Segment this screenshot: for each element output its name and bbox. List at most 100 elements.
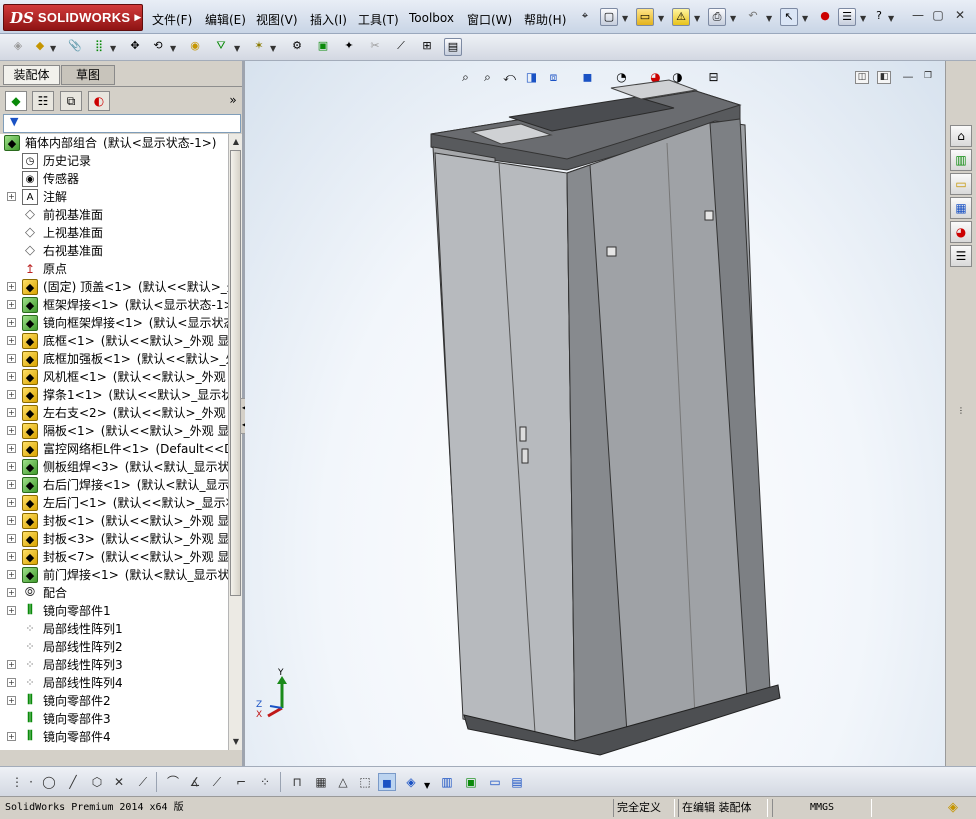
reference-dropdown-icon[interactable]: ▼ bbox=[270, 44, 276, 53]
tree-item[interactable]: + A 注解 bbox=[0, 188, 228, 206]
expand-icon[interactable]: + bbox=[7, 390, 16, 399]
expand-icon[interactable]: + bbox=[7, 282, 16, 291]
warning-icon[interactable]: ⚠ bbox=[672, 8, 690, 26]
menu-tools[interactable]: 工具(T) bbox=[358, 11, 399, 28]
insert-components-icon[interactable]: ◈ bbox=[9, 38, 27, 56]
expand-icon[interactable]: + bbox=[7, 660, 16, 669]
tree-item[interactable]: + ◆ 撑条1<1> (默认<<默认>_显示状态 bbox=[0, 386, 228, 404]
offset-icon[interactable]: ⟋ bbox=[208, 773, 226, 791]
options-icon[interactable]: ☰ bbox=[838, 8, 856, 26]
tree-item[interactable]: ◇ 前视基准面 bbox=[0, 206, 228, 224]
point-icon[interactable]: · bbox=[22, 773, 40, 791]
tree-item[interactable]: + ◆ 底框加强板<1> (默认<<默认>_外观 bbox=[0, 350, 228, 368]
expand-icon[interactable]: + bbox=[7, 462, 16, 471]
new-part-icon[interactable]: ◆ bbox=[31, 38, 49, 56]
hole-alignment-icon[interactable]: ⊞ bbox=[418, 38, 436, 56]
menu-edit[interactable]: 编辑(E) bbox=[205, 11, 246, 28]
tab-assembly[interactable]: 装配体 bbox=[3, 65, 60, 85]
file-explorer-icon[interactable]: ▭ bbox=[950, 173, 972, 195]
expand-icon[interactable]: + bbox=[7, 444, 16, 453]
menu-file[interactable]: 文件(F) bbox=[152, 11, 192, 28]
move-dropdown-icon[interactable]: ▼ bbox=[170, 44, 176, 53]
circle-icon[interactable]: ◯ bbox=[40, 773, 58, 791]
exploded-view-icon[interactable]: ▣ bbox=[314, 38, 332, 56]
minimize-icon[interactable]: — bbox=[910, 9, 926, 23]
restore-icon[interactable]: ▢ bbox=[930, 9, 946, 23]
tree-item[interactable]: + ◆ 右后门焊接<1> (默认<默认_显示状 bbox=[0, 476, 228, 494]
tree-item[interactable]: + ⫴ 镜向零部件2 bbox=[0, 692, 228, 710]
menu-window[interactable]: 窗口(W) bbox=[467, 11, 512, 28]
expand-icon[interactable]: + bbox=[7, 732, 16, 741]
property-manager-icon[interactable]: ☷ bbox=[32, 91, 54, 111]
tree-filter[interactable]: ▼ bbox=[3, 114, 241, 133]
expand-icon[interactable]: + bbox=[7, 372, 16, 381]
tree-item[interactable]: + ◆ 封板<7> (默认<<默认>_外观 显示 bbox=[0, 548, 228, 566]
expand-icon[interactable]: + bbox=[7, 426, 16, 435]
units-status[interactable]: MMGS bbox=[772, 799, 872, 817]
cabinet-model[interactable] bbox=[245, 61, 945, 766]
bill-of-materials-icon[interactable]: ⚙ bbox=[288, 38, 306, 56]
open-folder-icon[interactable]: ▭ bbox=[636, 8, 654, 26]
sketch-pattern-icon[interactable]: ⁘ bbox=[256, 773, 274, 791]
tree-item[interactable]: ⫴ 镜向零部件3 bbox=[0, 710, 228, 728]
scroll-down-icon[interactable]: ▼ bbox=[230, 735, 242, 749]
new-document-icon[interactable]: ▢ bbox=[600, 8, 618, 26]
tree-item[interactable]: + ◆ 前门焊接<1> (默认<默认_显示状态 bbox=[0, 566, 228, 584]
tree-item[interactable]: ◷ 历史记录 bbox=[0, 152, 228, 170]
pin-icon[interactable]: ⌖ bbox=[576, 8, 594, 26]
expand-icon[interactable]: + bbox=[7, 336, 16, 345]
select-dropdown-icon[interactable]: ▼ bbox=[802, 14, 808, 23]
menu-toolbox[interactable]: Toolbox bbox=[409, 11, 454, 25]
help-dropdown-icon[interactable]: ▼ bbox=[888, 14, 894, 23]
scroll-up-icon[interactable]: ▲ bbox=[230, 135, 242, 149]
undo-dropdown-icon[interactable]: ▼ bbox=[766, 14, 772, 23]
graphics-area[interactable]: ⌕ ⌕ ⤺ ◨ ⧈ ◼ ◔ ◕ ◑ ⊟ ◫ ◧ — ❐ ✕ bbox=[245, 61, 952, 766]
tree-item[interactable]: + ⁘ 局部线性阵列3 bbox=[0, 656, 228, 674]
tree-item[interactable]: + ◆ 风机框<1> (默认<<默认>_外观 显示 bbox=[0, 368, 228, 386]
tile-icon[interactable]: ▤ bbox=[508, 773, 526, 791]
tree-item[interactable]: + ◆ 底框<1> (默认<<默认>_外观 显示 bbox=[0, 332, 228, 350]
rebuild-traffic-light-icon[interactable]: ● bbox=[816, 8, 834, 26]
pattern-dropdown-icon[interactable]: ▼ bbox=[110, 44, 116, 53]
reference-geometry-icon[interactable]: ✶ bbox=[250, 38, 268, 56]
expand-icon[interactable]: + bbox=[7, 192, 16, 201]
menu-help[interactable]: 帮助(H) bbox=[524, 11, 566, 28]
shaded-box-icon[interactable]: ◼ bbox=[378, 773, 396, 791]
tree-item[interactable]: + ◆ 镜向框架焊接<1> (默认<显示状态- bbox=[0, 314, 228, 332]
relations-icon[interactable]: △ bbox=[334, 773, 352, 791]
expand-icon[interactable]: + bbox=[7, 300, 16, 309]
configuration-manager-icon[interactable]: ⧉ bbox=[60, 91, 82, 111]
help-icon[interactable]: ? bbox=[870, 8, 888, 26]
feature-manager-icon[interactable]: ◆ bbox=[5, 91, 27, 111]
convert-entities-icon[interactable]: ⌐ bbox=[232, 773, 250, 791]
appearances-icon[interactable]: ◕ bbox=[950, 221, 972, 243]
close-icon[interactable]: ✕ bbox=[952, 9, 968, 23]
clearance-icon[interactable]: ⟋ bbox=[392, 38, 410, 56]
expand-panel-icon[interactable]: » bbox=[222, 91, 244, 111]
view-cube-dropdown-icon[interactable]: ▼ bbox=[424, 781, 430, 790]
assembly-features-icon[interactable]: ⛛ bbox=[212, 38, 230, 56]
expand-icon[interactable]: + bbox=[7, 498, 16, 507]
display-manager-icon[interactable]: ◐ bbox=[88, 91, 110, 111]
tree-item[interactable]: + ◆ 富控网络柜L件<1> (Default<<Default bbox=[0, 440, 228, 458]
tree-item[interactable]: + ⫴ 镜向零部件1 bbox=[0, 602, 228, 620]
view-cube-icon[interactable]: ◈ bbox=[402, 773, 420, 791]
instant3d-icon[interactable]: ▤ bbox=[444, 38, 462, 56]
solidworks-logo[interactable]: DS SOLIDWORKS ▶ bbox=[3, 4, 143, 31]
solidworks-resources-icon[interactable]: ⌂ bbox=[950, 125, 972, 147]
linear-pattern-icon[interactable]: ⣿ bbox=[90, 38, 108, 56]
expand-icon[interactable]: + bbox=[7, 534, 16, 543]
select-cursor-icon[interactable]: ↖ bbox=[780, 8, 798, 26]
expand-icon[interactable]: + bbox=[7, 552, 16, 561]
explode-line-icon[interactable]: ✦ bbox=[340, 38, 358, 56]
expand-icon[interactable]: + bbox=[7, 516, 16, 525]
print-icon[interactable]: ⎙ bbox=[708, 8, 726, 26]
tree-item[interactable]: + ◆ 左后门<1> (默认<<默认>_显示状态 bbox=[0, 494, 228, 512]
tree-item[interactable]: + ⁘ 局部线性阵列4 bbox=[0, 674, 228, 692]
expand-icon[interactable]: + bbox=[7, 570, 16, 579]
trim-icon[interactable]: ✕ bbox=[110, 773, 128, 791]
menu-view[interactable]: 视图(V) bbox=[256, 11, 298, 28]
tree-scrollbar[interactable]: ▲ ▼ bbox=[228, 134, 242, 750]
expand-icon[interactable]: + bbox=[7, 480, 16, 489]
tree-item[interactable]: + ◆ 侧板组焊<3> (默认<默认_显示状态 bbox=[0, 458, 228, 476]
